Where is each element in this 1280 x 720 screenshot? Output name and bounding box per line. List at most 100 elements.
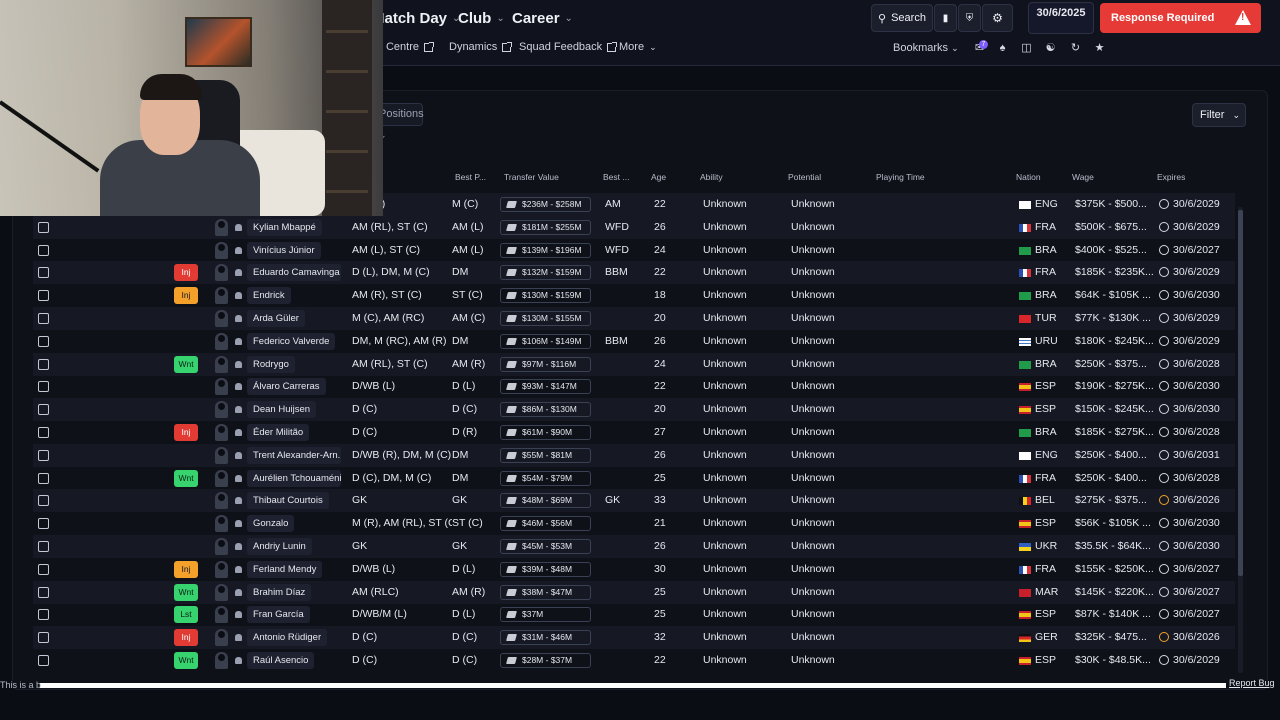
row-checkbox[interactable] [38,563,49,575]
filter-button[interactable]: Filter ⌄ [1192,103,1246,127]
sub-link-dynamics[interactable]: Dynamics [449,41,513,53]
player-name[interactable]: Vinícius Júnior [247,241,321,259]
table-row[interactable]: Inj Ferland Mendy D/WB (L) D (L) $39M - $48M… [33,558,1235,581]
row-checkbox[interactable] [38,472,49,484]
transfer-value-pill[interactable]: $61M - $90M [500,425,591,440]
col-header-best-position[interactable]: Best P... [455,172,486,182]
table-row[interactable]: Wnt Rodrygo AM (RL), ST (C) AM (R) $97M - $1… [33,352,1235,376]
col-header-transfer-value[interactable]: Transfer Value [504,172,559,182]
tactics-icon[interactable]: ☯ [1044,42,1057,55]
bookmarks-menu[interactable]: Bookmarks ⌄ [893,42,959,54]
player-name[interactable]: Kylian Mbappé [247,218,322,236]
table-row[interactable]: Federico Valverde DM, M (RC), AM (R) DM $10… [33,330,1235,353]
col-header-potential[interactable]: Potential [788,172,821,182]
player-name[interactable]: Federico Valverde [247,332,336,350]
trophy-icon[interactable]: ★ [1093,42,1106,55]
table-row[interactable]: Inj Endrick AM (R), ST (C) ST (C) $130M - $1… [33,284,1235,307]
club-crest-button[interactable]: ⛨ [958,4,981,32]
row-checkbox[interactable] [38,655,49,666]
search-button[interactable]: ⚲ Search [871,4,933,32]
transfer-value-pill[interactable]: $236M - $258M [500,197,591,212]
transfer-value-pill[interactable]: $106M - $149M [500,333,591,349]
row-checkbox[interactable] [38,358,49,370]
table-row[interactable]: Álvaro Carreras D/WB (L) D (L) $93M - $147M… [33,375,1235,398]
player-name[interactable]: Éder Militão [247,424,310,441]
current-date[interactable]: 30/6/2025 [1028,2,1094,34]
table-row[interactable]: Arda Güler M (C), AM (RC) AM (C) $130M - $1… [33,307,1235,330]
table-row[interactable]: Wnt Brahim Díaz AM (RLC) AM (R) $38M - $47M 2… [33,580,1235,604]
col-header-nation[interactable]: Nation [1016,172,1041,182]
report-bug-link[interactable]: Report Bug [1229,678,1275,688]
status-tag[interactable]: Inj [174,287,198,305]
col-header-age[interactable]: Age [651,172,666,182]
row-checkbox[interactable] [38,335,49,347]
bookmark-button[interactable]: ▮ [934,4,957,32]
col-header-wage[interactable]: Wage [1072,172,1094,182]
row-checkbox[interactable] [38,609,49,621]
status-tag[interactable]: Wnt [174,652,198,669]
player-name[interactable]: Eduardo Camavinga [247,264,341,282]
status-tag[interactable]: Inj [174,264,198,282]
player-name[interactable]: Ferland Mendy [247,560,323,578]
transfer-value-pill[interactable]: $130M - $159M [500,288,591,304]
row-checkbox[interactable] [38,221,49,233]
status-tag[interactable]: Inj [174,629,198,647]
row-checkbox[interactable] [38,449,49,461]
table-row[interactable]: Inj Éder Militão D (C) D (R) $61M - $90M 27 Un… [33,421,1235,444]
player-name[interactable]: Endrick [247,287,291,305]
transfer-value-pill[interactable]: $46M - $56M [500,516,591,532]
row-checkbox[interactable] [38,586,49,598]
player-name[interactable]: Andriy Lunin [247,538,312,555]
col-header-playing-time[interactable]: Playing Time [876,172,925,182]
transfer-value-pill[interactable]: $181M - $255M [500,219,591,235]
transfer-value-pill[interactable]: $130M - $155M [500,311,591,326]
status-tag[interactable]: Wnt [174,469,198,487]
transfer-value-pill[interactable]: $139M - $196M [500,242,591,258]
row-checkbox[interactable] [38,518,49,530]
scrollbar-thumb[interactable] [1238,210,1243,576]
status-tag[interactable]: Wnt [174,355,198,373]
response-required-button[interactable]: Response Required [1100,3,1261,33]
table-row[interactable]: Wnt Aurélien Tchouaméni D (C), DM, M (C) DM… [33,467,1235,490]
row-checkbox[interactable] [38,632,49,644]
transfer-value-pill[interactable]: $54M - $79M [500,470,591,486]
row-checkbox[interactable] [38,313,49,324]
player-name[interactable]: Álvaro Carreras [247,378,326,396]
status-tag[interactable]: Lst [174,606,198,624]
row-checkbox[interactable] [38,495,49,507]
table-row[interactable]: Gonzalo M (R), AM (RL), ST (C) ST (C) $46M … [33,512,1235,535]
transfer-value-pill[interactable]: $55M - $81M [500,447,591,463]
refresh-icon[interactable]: ↻ [1069,42,1082,55]
kit-icon[interactable]: ♠ [996,42,1009,55]
transfer-value-pill[interactable]: $39M - $48M [500,561,591,577]
row-checkbox[interactable] [38,381,49,393]
transfer-value-pill[interactable]: $86M - $130M [500,402,591,418]
nav-club[interactable]: Club ⌄ [458,7,505,29]
transfer-value-pill[interactable]: $48M - $69M [500,493,591,509]
table-row[interactable]: Vinícius Júnior AM (L), ST (C) AM (L) $139M… [33,239,1235,262]
table-row[interactable]: Inj Antonio Rüdiger D (C) D (C) $31M - $46M 3… [33,626,1235,650]
player-name[interactable]: Rodrygo [247,355,295,373]
table-row[interactable]: Lst Fran García D/WB/M (L) D (L) $37M 25 Unkno… [33,603,1235,626]
table-row[interactable]: Wnt Raúl Asencio D (C) D (C) $28M - $37M 22 Un… [33,649,1235,672]
status-tag[interactable]: Inj [174,424,198,441]
row-checkbox[interactable] [38,541,49,552]
row-checkbox[interactable] [38,290,49,302]
player-name[interactable]: Brahim Díaz [247,583,312,601]
player-name[interactable]: Fran García [247,606,310,624]
row-checkbox[interactable] [38,404,49,416]
table-row[interactable]: Kylian Mbappé AM (RL), ST (C) AM (L) $181M … [33,215,1235,239]
table-row[interactable]: Andriy Lunin GK GK $45M - $53M 26 Unknown Unkn… [33,535,1235,558]
transfer-value-pill[interactable]: $93M - $147M [500,379,591,395]
table-row[interactable]: Inj Eduardo Camavinga D (L), DM, M (C) DM $1… [33,261,1235,285]
transfer-value-pill[interactable]: $45M - $53M [500,539,591,554]
player-name[interactable]: Aurélien Tchouaméni [247,469,341,487]
transfer-value-pill[interactable]: $37M [500,607,591,623]
player-name[interactable]: Dean Huijsen [247,401,317,419]
player-name[interactable]: Arda Güler [247,310,305,327]
col-header-ability[interactable]: Ability [700,172,723,182]
transfer-value-pill[interactable]: $31M - $46M [500,630,591,646]
status-tag[interactable]: Inj [174,560,198,578]
transfer-value-pill[interactable]: $132M - $159M [500,265,591,281]
transfer-value-pill[interactable]: $28M - $37M [500,653,591,668]
